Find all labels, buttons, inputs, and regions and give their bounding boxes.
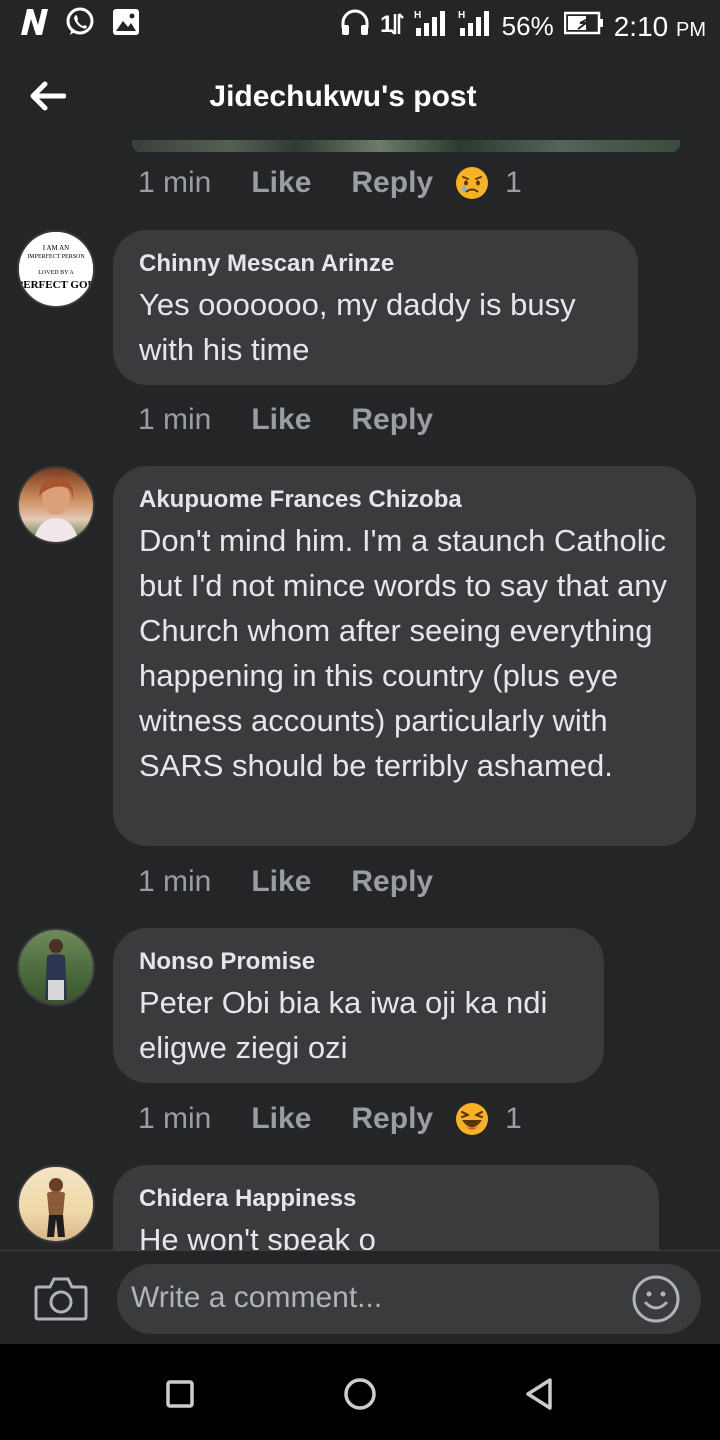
status-bar-system: 1 H H 56% 2:10 PM [340,8,706,45]
like-button[interactable]: Like [251,166,311,200]
comment-time: 1 min [138,865,212,898]
like-button[interactable]: Like [251,403,311,437]
avatar[interactable] [17,466,95,544]
comment-meta: 1 min Like Reply 1 [138,1102,522,1136]
back-nav-button[interactable] [520,1374,560,1414]
comment-input[interactable]: Write a comment... [117,1264,701,1334]
triangle-back-icon [526,1378,552,1410]
comment-author[interactable]: Nonso Promise [139,946,578,978]
battery-icon [563,11,604,42]
battery-percent: 56% [501,11,554,41]
sad-emoji-icon [456,167,489,199]
app-header: Jidechukwu's post [0,50,720,146]
avatar[interactable] [17,1165,95,1243]
page-title: Jidechukwu's post [209,80,477,113]
avatar-image [47,1178,65,1237]
reaction-count: 1 [505,1102,522,1135]
signal-icon: H [414,8,448,45]
avatar-image: I AM AN IMPERFECT PERSON LOVED BY A PERF… [19,232,93,306]
home-button[interactable] [340,1374,380,1414]
reply-button[interactable]: Reply [351,1102,433,1136]
clock: 2:10 PM [614,11,706,43]
system-nav-bar [0,1344,720,1440]
smiley-icon [632,1275,680,1323]
comment-text: Yes ooooooo, my daddy is busy with his t… [139,287,576,367]
svg-text:LOVED BY A: LOVED BY A [38,270,74,276]
reaction-summary[interactable]: 1 [455,166,522,200]
gallery-icon [110,6,142,38]
comment-meta: 1 min Like Reply [138,865,455,899]
avatar-image [33,477,79,542]
comment-meta: 1 min Like Reply [138,403,455,437]
whatsapp-icon [64,6,96,38]
headphones-icon [340,8,370,45]
comment-text: Don't mind him. I'm a staunch Catholic b… [139,523,668,783]
comment-text: He won't speak o [139,1222,376,1250]
comment-text: Peter Obi bia ka iwa oji ka ndi eligwe z… [139,985,548,1065]
clock-ampm: PM [676,18,706,41]
like-button[interactable]: Like [251,1102,311,1136]
svg-text:I AM AN: I AM AN [43,244,69,252]
comment-bubble[interactable]: Nonso Promise Peter Obi bia ka iwa oji k… [113,928,604,1083]
square-icon [166,1380,194,1408]
comment-bubble[interactable]: Chinny Mescan Arinze Yes ooooooo, my dad… [113,230,638,385]
data-transfer-icon: 1 [380,8,404,45]
laughing-emoji-icon [456,1103,489,1135]
circle-icon [344,1378,376,1410]
comments-feed[interactable]: 1 min Like Reply 1 I AM AN IMPERFECT PER… [0,140,720,1250]
avatar[interactable]: I AM AN IMPERFECT PERSON LOVED BY A PERF… [17,230,95,308]
camera-icon [34,1277,88,1321]
comment-time: 1 min [138,166,212,199]
n-app-icon [18,6,50,38]
status-bar: 1 H H 56% 2:10 PM [0,0,720,50]
reply-button[interactable]: Reply [351,403,433,437]
emoji-button[interactable] [631,1274,681,1324]
comment-bubble[interactable]: Akupuome Frances Chizoba Don't mind him.… [113,466,696,846]
comment-composer: Write a comment... [0,1250,720,1344]
like-button[interactable]: Like [251,865,311,899]
svg-text:H: H [414,10,421,21]
comment-time: 1 min [138,1102,212,1135]
comment-meta: 1 min Like Reply 1 [138,166,522,200]
comment-input-placeholder: Write a comment... [131,1281,383,1314]
avatar-image [45,939,67,1000]
svg-text:IMPERFECT PERSON: IMPERFECT PERSON [27,254,85,260]
comment-time: 1 min [138,403,212,436]
comment-bubble[interactable]: Chidera Happiness He won't speak o [113,1165,659,1250]
svg-text:H: H [458,10,465,21]
reaction-summary[interactable]: 1 [455,1102,522,1136]
recents-button[interactable] [160,1374,200,1414]
clock-time: 2:10 [613,10,669,42]
svg-text:PERFECT GOD: PERFECT GOD [19,279,93,291]
comment-author[interactable]: Akupuome Frances Chizoba [139,484,670,516]
signal-icon: H [458,8,492,45]
reply-button[interactable]: Reply [351,865,433,899]
camera-button[interactable] [34,1275,88,1321]
avatar[interactable] [17,928,95,1006]
reply-button[interactable]: Reply [351,166,433,200]
comment-author[interactable]: Chinny Mescan Arinze [139,248,612,280]
svg-text:1: 1 [380,11,393,38]
post-image-edge[interactable] [132,140,680,152]
comment-author[interactable]: Chidera Happiness [139,1183,633,1215]
status-bar-notifications [18,6,142,38]
reaction-count: 1 [505,166,522,199]
